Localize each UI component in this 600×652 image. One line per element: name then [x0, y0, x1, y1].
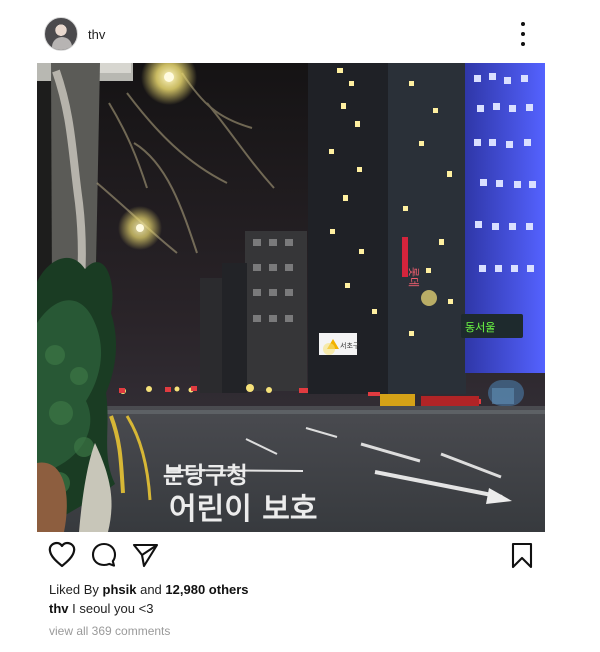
- menu-dot: [521, 42, 525, 46]
- heart-icon[interactable]: [47, 540, 77, 570]
- post-actions: [0, 540, 600, 574]
- more-vertical-icon[interactable]: [514, 22, 532, 46]
- post-header: thv: [0, 0, 600, 64]
- post-caption: thv I seoul you <3: [49, 601, 153, 616]
- menu-dot: [521, 32, 525, 36]
- traffic-display-text: 동서울: [465, 321, 495, 334]
- caption-username[interactable]: thv: [49, 601, 69, 616]
- menu-dot: [521, 22, 525, 26]
- post-username[interactable]: thv: [88, 27, 105, 42]
- avatar[interactable]: [44, 17, 78, 51]
- road-text-bottom: 어린이 보호: [169, 492, 317, 527]
- road-text-top: 분당구청: [163, 463, 248, 489]
- comment-icon[interactable]: [89, 540, 119, 570]
- night-street-photo: 롯데 서초구 동서울 분당구청 어린이 보호: [37, 63, 545, 532]
- liked-by-connector: and: [140, 582, 162, 597]
- view-comments-link[interactable]: view all 369 comments: [49, 624, 170, 638]
- road-sign-text: 서초구: [340, 341, 360, 350]
- liked-by-user[interactable]: phsik: [103, 582, 137, 597]
- likes-summary[interactable]: Liked By phsik and 12,980 others: [49, 582, 249, 597]
- bookmark-icon[interactable]: [507, 540, 537, 570]
- caption-text: I seoul you <3: [72, 601, 154, 616]
- building-sign-text: 롯데: [407, 267, 420, 287]
- likes-count[interactable]: 12,980 others: [165, 582, 248, 597]
- send-icon[interactable]: [130, 540, 160, 570]
- post-image[interactable]: 롯데 서초구 동서울 분당구청 어린이 보호: [37, 63, 545, 532]
- liked-by-prefix: Liked By: [49, 582, 99, 597]
